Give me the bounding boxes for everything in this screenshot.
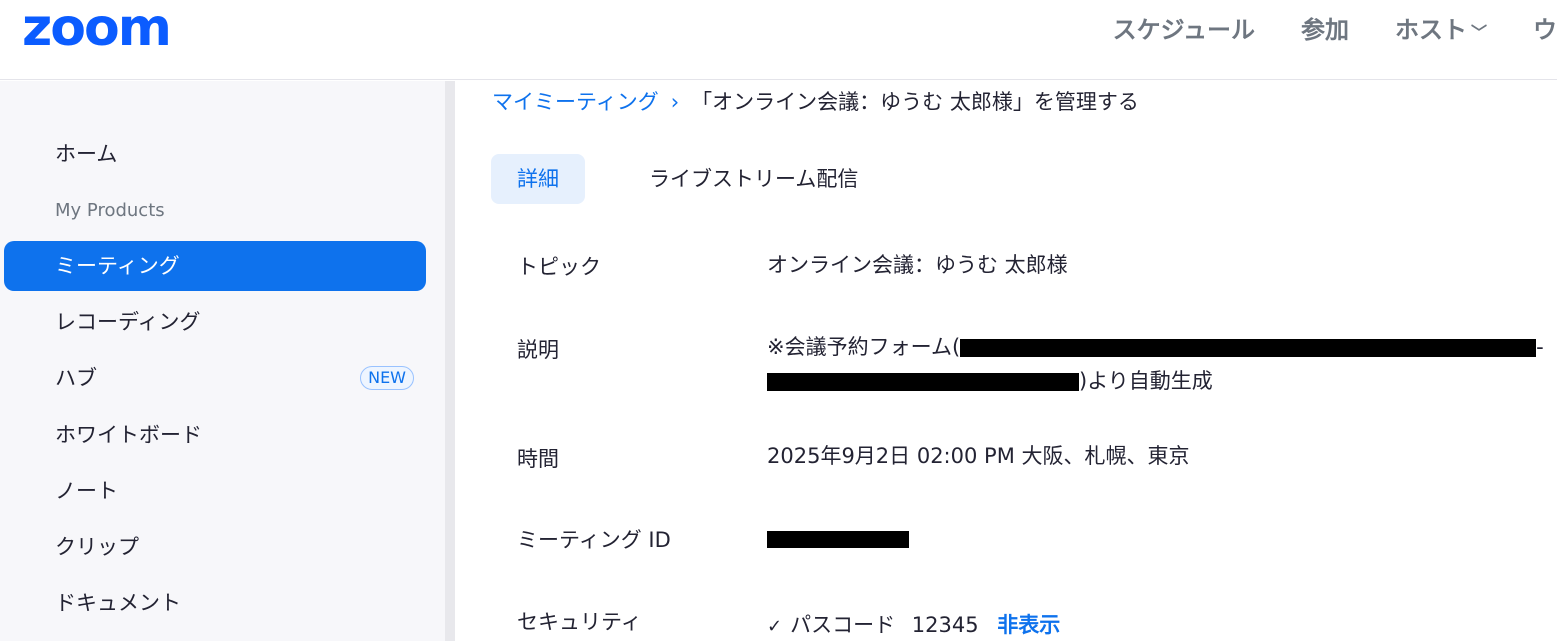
sidebar-item-hub[interactable]: ハブ NEW — [4, 353, 426, 403]
description-label: 説明 — [517, 338, 559, 362]
nav-host-label: ホスト — [1394, 16, 1467, 44]
zoom-logo[interactable]: zoom — [22, 2, 172, 54]
sidebar-item-notes[interactable]: ノート — [4, 466, 426, 516]
sidebar-item-clips[interactable]: クリップ — [4, 522, 426, 572]
sidebar-item-label: ハブ — [55, 366, 97, 390]
top-nav: スケジュール 参加 ホスト ﹀ ウ — [1067, 14, 1557, 46]
breadcrumb-separator: › — [670, 90, 680, 114]
description-suffix: )より自動生成 — [1079, 369, 1213, 393]
passcode-value: 12345 — [911, 613, 979, 637]
passcode-label: パスコード — [790, 613, 896, 637]
top-bar: zoom スケジュール 参加 ホスト ﹀ ウ — [0, 0, 1557, 80]
nav-webinar[interactable]: ウ — [1533, 14, 1557, 46]
new-badge: NEW — [360, 366, 414, 390]
meeting-id-label: ミーティング ID — [517, 528, 671, 552]
breadcrumb: マイミーティング › 「オンライン会議：ゆうむ 太郎様」を管理する — [492, 86, 1139, 118]
sidebar-item-recordings[interactable]: レコーディング — [4, 297, 426, 347]
sidebar-divider — [445, 81, 455, 641]
topic-value: オンライン会議：ゆうむ 太郎様 — [767, 253, 1068, 277]
time-value: 2025年9月2日 02:00 PM 大阪、札幌、東京 — [767, 444, 1190, 468]
tab-details[interactable]: 詳細 — [491, 154, 585, 204]
nav-host[interactable]: ホスト ﹀ — [1395, 14, 1487, 46]
breadcrumb-my-meetings[interactable]: マイミーティング — [492, 90, 659, 114]
description-dash: - — [1536, 335, 1544, 359]
nav-join[interactable]: 参加 — [1301, 14, 1349, 46]
description-prefix: ※会議予約フォーム( — [767, 335, 961, 359]
redacted-meeting-id — [767, 530, 909, 548]
security-label: セキュリティ — [517, 610, 642, 634]
nav-schedule[interactable]: スケジュール — [1113, 14, 1255, 46]
breadcrumb-current: 「オンライン会議：ゆうむ 太郎様」を管理する — [691, 90, 1139, 114]
meeting-id-value — [767, 526, 909, 550]
description-line-2: )より自動生成 — [767, 365, 1213, 395]
security-value: ✓ パスコード 12345 非表示 — [767, 609, 1060, 639]
hide-passcode-link[interactable]: 非表示 — [997, 613, 1060, 637]
check-icon: ✓ — [767, 616, 783, 637]
sidebar-item-home[interactable]: ホーム — [4, 129, 426, 179]
sidebar-item-whiteboard[interactable]: ホワイトボード — [4, 410, 426, 460]
description-line-1: ※会議予約フォーム( - — [767, 331, 1544, 361]
sidebar-item-docs[interactable]: ドキュメント — [4, 578, 426, 628]
time-label: 時間 — [517, 447, 559, 471]
sidebar-item-meetings[interactable]: ミーティング — [4, 241, 426, 291]
chevron-down-icon: ﹀ — [1470, 23, 1487, 42]
redacted-url-part-2 — [767, 373, 1079, 391]
redacted-url-part-1 — [960, 339, 1537, 357]
topic-label: トピック — [517, 255, 601, 279]
sidebar-item-my-products[interactable]: My Products — [4, 186, 426, 236]
tab-livestream[interactable]: ライブストリーム配信 — [649, 154, 858, 204]
